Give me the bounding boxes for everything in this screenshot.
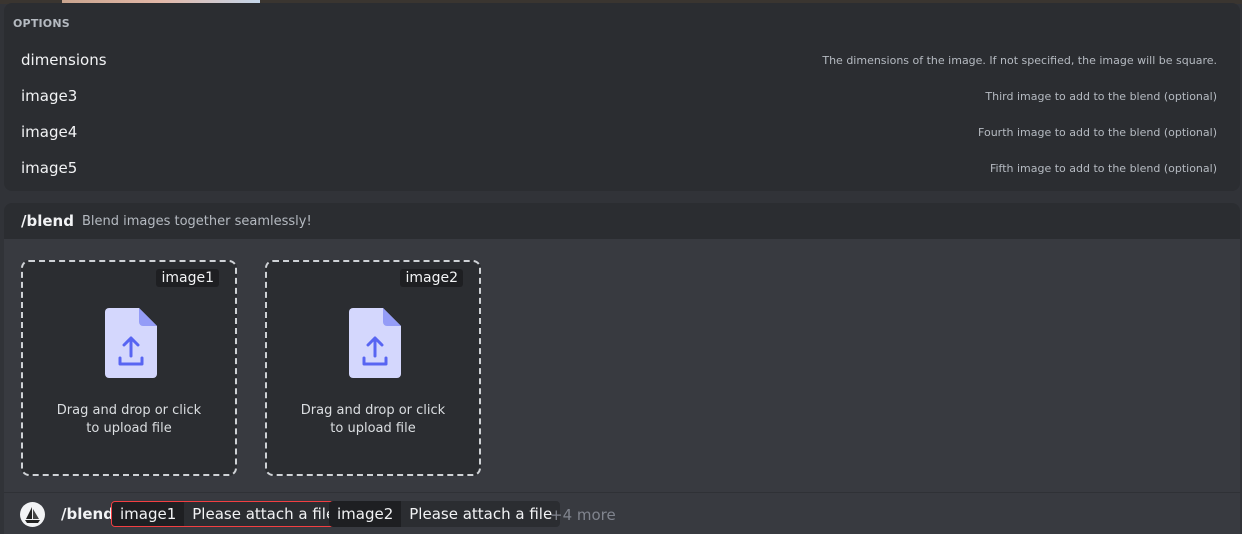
- options-title: OPTIONS: [13, 17, 70, 30]
- option-name: image5: [21, 159, 78, 177]
- option-image5[interactable]: image5 Fifth image to add to the blend (…: [4, 150, 1240, 186]
- param-key: image2: [329, 501, 402, 527]
- param-chip-image2[interactable]: image2 Please attach a file: [329, 501, 561, 527]
- dropzone-hint: Drag and drop or click to upload file: [300, 403, 446, 436]
- command-description: Blend images together seamlessly!: [81, 213, 312, 229]
- command-header: /blend Blend images together seamlessly!: [4, 203, 1240, 239]
- option-name: dimensions: [21, 51, 107, 69]
- param-key: image1: [112, 502, 185, 526]
- command-body: image1 Drag and drop or click to upload …: [4, 239, 1240, 492]
- option-name: image4: [21, 123, 78, 141]
- command-name: /blend: [21, 212, 74, 230]
- option-description: Third image to add to the blend (optiona…: [985, 89, 1217, 103]
- file-upload-icon: [349, 308, 401, 378]
- options-popup: OPTIONS dimensions The dimensions of the…: [4, 3, 1240, 191]
- param-value: Please attach a file: [184, 502, 344, 526]
- input-command: /blend: [61, 505, 114, 523]
- option-description: The dimensions of the image. If not spec…: [822, 53, 1217, 67]
- bot-avatar: [20, 502, 45, 527]
- file-upload-icon: [105, 308, 157, 378]
- dropzone-image2[interactable]: image2 Drag and drop or click to upload …: [265, 260, 481, 476]
- sailboat-icon: [25, 507, 40, 523]
- option-dimensions[interactable]: dimensions The dimensions of the image. …: [4, 42, 1240, 78]
- param-chip-image1[interactable]: image1 Please attach a file: [111, 501, 345, 527]
- option-name: image3: [21, 87, 78, 105]
- dropzone-tag: image1: [156, 269, 219, 287]
- param-value: Please attach a file: [401, 501, 561, 527]
- option-image4[interactable]: image4 Fourth image to add to the blend …: [4, 114, 1240, 150]
- more-params-link[interactable]: +4 more: [550, 506, 616, 524]
- option-image3[interactable]: image3 Third image to add to the blend (…: [4, 78, 1240, 114]
- option-description: Fourth image to add to the blend (option…: [978, 125, 1217, 139]
- dropzone-image1[interactable]: image1 Drag and drop or click to upload …: [21, 260, 237, 476]
- message-input-bar[interactable]: /blend image1 Please attach a file image…: [4, 492, 1240, 534]
- dropzone-hint: Drag and drop or click to upload file: [56, 403, 202, 436]
- option-description: Fifth image to add to the blend (optiona…: [989, 161, 1217, 175]
- dropzone-tag: image2: [400, 269, 463, 287]
